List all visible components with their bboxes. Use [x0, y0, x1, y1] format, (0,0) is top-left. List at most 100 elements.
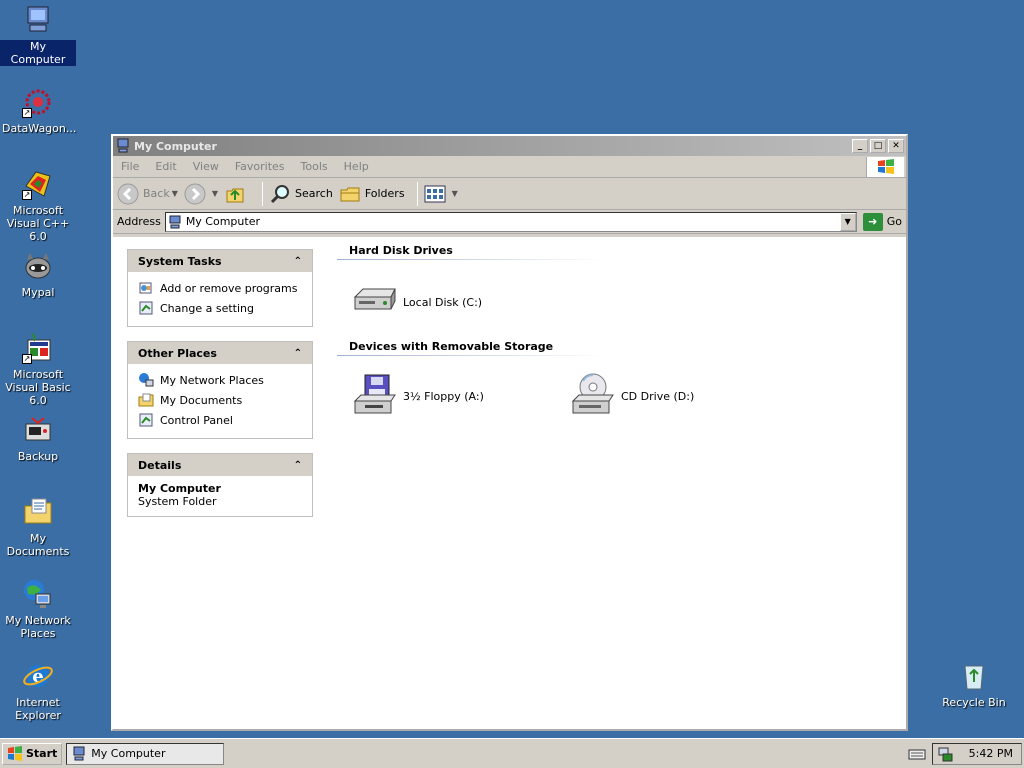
desktop-icon-visual-basic[interactable]: ↗ Microsoft Visual Basic 6.0	[0, 332, 76, 407]
hard-disk-drives-group: Local Disk (C:)	[337, 261, 906, 337]
address-value: My Computer	[185, 215, 260, 228]
desktop-icon-my-network-places[interactable]: My Network Places	[0, 578, 76, 640]
collapse-icon[interactable]: ⌃	[294, 460, 302, 471]
go-arrow-icon: ➜	[862, 212, 883, 231]
toolbar-separator	[416, 181, 418, 206]
desktop-icon-label: DataWagon...	[2, 122, 77, 135]
datawagon-icon: ↗	[22, 86, 54, 118]
up-button[interactable]	[224, 183, 250, 205]
start-label: Start	[26, 747, 58, 760]
task-change-setting[interactable]: Change a setting	[138, 298, 302, 318]
removable-storage-group: 3½ Floppy (A:) CD Drive (D:)	[337, 357, 906, 433]
my-computer-icon	[73, 746, 85, 760]
address-input[interactable]: My Computer ▼	[164, 211, 857, 232]
chevron-down-icon[interactable]: ▼	[172, 189, 178, 198]
menu-tools[interactable]: Tools	[293, 160, 336, 173]
back-arrow-icon	[117, 183, 139, 204]
place-label: My Network Places	[160, 373, 264, 387]
folder-documents-icon	[22, 496, 54, 528]
menu-view[interactable]: View	[185, 160, 227, 173]
start-button[interactable]: Start	[2, 742, 63, 765]
my-computer-icon	[169, 215, 181, 228]
other-places-header[interactable]: Other Places ⌃	[128, 342, 312, 364]
desktop-icon-label: My Documents	[6, 532, 70, 558]
clock[interactable]: 5:42 PM	[969, 747, 1013, 760]
window-titlebar[interactable]: My Computer _ □ ✕	[113, 136, 906, 156]
details-name: My Computer	[138, 482, 221, 495]
shortcut-arrow-icon: ↗	[22, 108, 32, 118]
panel-title: Other Places	[138, 346, 217, 360]
menu-favorites[interactable]: Favorites	[227, 160, 293, 173]
go-button[interactable]: ➜ Go	[862, 212, 902, 231]
desktop-icon-datawagon[interactable]: ↗ DataWagon...	[0, 86, 76, 135]
chevron-down-icon[interactable]: ▼	[452, 189, 458, 198]
clock-area: 5:42 PM	[931, 742, 1022, 765]
folders-label: Folders	[364, 187, 405, 200]
details-type: System Folder	[138, 495, 217, 508]
network-places-icon	[139, 373, 154, 387]
network-tray-icon[interactable]	[937, 746, 955, 762]
system-tasks-header[interactable]: System Tasks ⌃	[128, 250, 312, 272]
raccoon-icon	[22, 250, 54, 282]
window-title: My Computer	[134, 139, 217, 153]
place-my-documents[interactable]: My Documents	[138, 390, 302, 410]
desktop-icon-my-documents[interactable]: My Documents	[0, 496, 76, 558]
desktop-icon-label: My Network Places	[5, 614, 71, 640]
windows-logo-icon	[866, 157, 904, 177]
go-label: Go	[886, 215, 902, 228]
forward-button[interactable]: ▼	[184, 183, 218, 205]
forward-arrow-icon	[184, 183, 206, 204]
task-add-remove-programs[interactable]: Add or remove programs	[138, 278, 302, 298]
folders-button[interactable]: Folders	[339, 183, 405, 205]
address-dropdown-button[interactable]: ▼	[839, 212, 856, 231]
desktop-icon-visual-cpp[interactable]: ↗ Microsoft Visual C++ 6.0	[0, 168, 76, 243]
minimize-button[interactable]: _	[852, 139, 868, 153]
group-header-removable-storage: Devices with Removable Storage	[337, 337, 605, 357]
desktop-icon-recycle-bin[interactable]: Recycle Bin	[936, 660, 1012, 709]
desktop-icon-backup[interactable]: Backup	[0, 414, 76, 463]
menu-help[interactable]: Help	[336, 160, 377, 173]
details-header[interactable]: Details ⌃	[128, 454, 312, 476]
collapse-icon[interactable]: ⌃	[294, 256, 302, 267]
drive-local-disk-c[interactable]: Local Disk (C:)	[351, 279, 482, 325]
keyboard-icon[interactable]	[908, 746, 926, 762]
desktop-icon-my-computer[interactable]: My Computer	[0, 4, 76, 66]
hard-disk-icon	[353, 288, 396, 310]
internet-explorer-icon: e	[22, 660, 54, 692]
task-pane: System Tasks ⌃ Add or remove programs Ch…	[113, 237, 323, 729]
desktop-icon-internet-explorer[interactable]: e Internet Explorer	[0, 660, 76, 722]
back-label: Back	[143, 187, 170, 200]
search-button[interactable]: Search	[269, 183, 333, 205]
desktop-icon-label: Backup	[17, 450, 59, 463]
drive-floppy-a[interactable]: 3½ Floppy (A:)	[351, 373, 484, 419]
taskbar-button-my-computer[interactable]: My Computer	[66, 742, 225, 765]
close-button[interactable]: ✕	[888, 139, 904, 153]
collapse-icon[interactable]: ⌃	[294, 348, 302, 359]
network-places-icon	[22, 578, 54, 610]
back-button[interactable]: Back ▼	[117, 183, 178, 205]
backup-icon	[22, 414, 54, 446]
menu-edit[interactable]: Edit	[147, 160, 184, 173]
shortcut-arrow-icon: ↗	[22, 190, 32, 200]
floppy-drive-icon	[353, 374, 396, 414]
window-content: System Tasks ⌃ Add or remove programs Ch…	[113, 237, 906, 729]
shortcut-arrow-icon: ↗	[22, 354, 32, 364]
toolbar: Back ▼ ▼ Search Folders ▼	[113, 178, 906, 210]
drive-label: 3½ Floppy (A:)	[403, 389, 484, 403]
menu-file[interactable]: File	[113, 160, 147, 173]
place-my-network-places[interactable]: My Network Places	[138, 370, 302, 390]
address-bar: Address My Computer ▼ ➜ Go	[113, 210, 906, 234]
chevron-down-icon[interactable]: ▼	[212, 189, 218, 198]
desktop-icon-label: Microsoft Visual Basic 6.0	[5, 368, 71, 407]
drive-label: CD Drive (D:)	[621, 389, 695, 403]
desktop-icon-mypal[interactable]: Mypal	[0, 250, 76, 299]
place-control-panel[interactable]: Control Panel	[138, 410, 302, 430]
task-label: Add or remove programs	[160, 281, 298, 295]
maximize-button[interactable]: □	[870, 139, 886, 153]
other-places-panel: Other Places ⌃ My Network Places My Docu…	[127, 341, 313, 439]
views-button[interactable]: ▼	[424, 183, 458, 205]
folder-up-icon	[226, 188, 244, 202]
windows-logo-icon	[8, 745, 22, 761]
drive-cd-d[interactable]: CD Drive (D:)	[569, 373, 694, 419]
address-label: Address	[117, 215, 161, 228]
